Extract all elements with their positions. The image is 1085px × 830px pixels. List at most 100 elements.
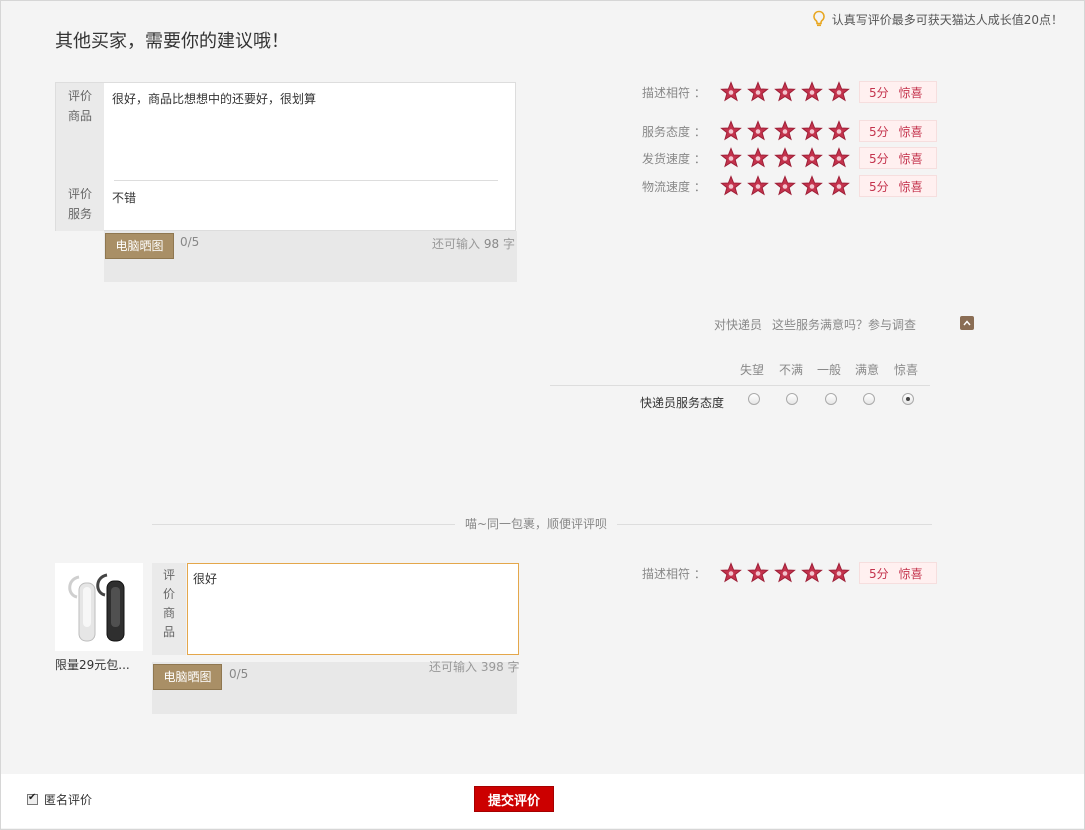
rating-label-text: 物流速度	[642, 179, 691, 194]
star-icon[interactable]	[828, 562, 850, 584]
star-icon[interactable]	[774, 120, 796, 142]
star-icon[interactable]	[747, 120, 769, 142]
remaining-prefix: 还可输入	[432, 237, 481, 251]
item1-upload-photo-button[interactable]: 电脑晒图	[105, 233, 174, 259]
rating-description: 描述相符 ： 5分 惊喜	[642, 80, 937, 104]
star-icon[interactable]	[720, 120, 742, 142]
star-icon[interactable]	[720, 147, 742, 169]
submit-review-button[interactable]: 提交评价	[474, 786, 554, 812]
score-value: 5分	[869, 85, 889, 100]
divider	[114, 180, 498, 181]
courier-survey-question: 对快递员 这些服务满意吗？参与调查	[714, 316, 916, 333]
rating-label: 物流速度 ：	[642, 178, 720, 195]
score-badge: 5分 惊喜	[859, 147, 937, 169]
star-group	[720, 120, 855, 142]
rating-colon: ：	[693, 566, 706, 581]
item2-upload-photo-button[interactable]: 电脑晒图	[153, 664, 222, 690]
survey-option-label: 失望	[740, 363, 765, 377]
rating-row: 物流速度 ： 5分 惊喜	[642, 174, 937, 198]
service-review-label: 评价服务	[56, 181, 104, 231]
score-badge: 5分 惊喜	[859, 120, 937, 142]
score-desc: 惊喜	[898, 151, 923, 166]
radio-disappointed[interactable]	[748, 393, 760, 405]
score-desc: 惊喜	[898, 179, 923, 194]
survey-option-label: 不满	[779, 363, 804, 377]
star-group	[720, 147, 855, 169]
radio-unsatisfied[interactable]	[786, 393, 798, 405]
rating-row: 描述相符 ： 5分 惊喜	[642, 561, 937, 585]
star-icon[interactable]	[747, 562, 769, 584]
rating-label-text: 描述相符	[642, 85, 691, 100]
product-thumbnail[interactable]	[55, 563, 143, 651]
service-review-input[interactable]: 不错	[112, 189, 136, 206]
rating-shipping: 发货速度 ： 5分 惊喜	[642, 146, 937, 170]
goods-review-label-text: 评价商品	[162, 568, 175, 639]
collapse-button[interactable]	[960, 316, 974, 330]
score-badge: 5分 惊喜	[859, 81, 937, 103]
lightbulb-icon	[812, 10, 825, 27]
goods-review-input[interactable]: 很好，商品比想想中的还要好，很划算	[112, 90, 316, 107]
star-icon[interactable]	[720, 81, 742, 103]
star-icon[interactable]	[774, 147, 796, 169]
product-title[interactable]: 限量29元包...	[55, 656, 145, 673]
star-icon[interactable]	[747, 81, 769, 103]
star-icon[interactable]	[801, 175, 823, 197]
radio-surprised[interactable]	[902, 393, 914, 405]
item1-remaining-chars: 还可输入 98 字	[432, 235, 515, 252]
star-icon[interactable]	[774, 175, 796, 197]
score-desc: 惊喜	[898, 566, 923, 581]
star-icon[interactable]	[747, 175, 769, 197]
star-icon[interactable]	[801, 81, 823, 103]
rating-label-text: 发货速度	[642, 151, 691, 166]
star-icon[interactable]	[828, 81, 850, 103]
score-value: 5分	[869, 179, 889, 194]
rating-colon: ：	[693, 151, 706, 166]
score-value: 5分	[869, 124, 889, 139]
anonymous-option: 匿名评价	[27, 791, 92, 808]
survey-option-label: 满意	[855, 363, 880, 377]
item2-rating-description: 描述相符 ： 5分 惊喜	[642, 561, 937, 585]
goods-review-label: 评价商品	[152, 563, 186, 655]
score-badge: 5分 惊喜	[859, 562, 937, 584]
star-group	[720, 175, 855, 197]
star-icon[interactable]	[720, 562, 742, 584]
rating-colon: ：	[693, 85, 706, 100]
star-icon[interactable]	[774, 562, 796, 584]
rating-service: 服务态度 ： 5分 惊喜	[642, 119, 937, 143]
star-icon[interactable]	[747, 147, 769, 169]
item1-photo-count: 0/5	[180, 235, 200, 249]
score-badge: 5分 惊喜	[859, 175, 937, 197]
score-value: 5分	[869, 566, 889, 581]
star-icon[interactable]	[828, 120, 850, 142]
star-icon[interactable]	[828, 147, 850, 169]
star-icon[interactable]	[828, 175, 850, 197]
remaining-count: 98	[483, 237, 500, 251]
courier-survey-q-b: 这些服务满意吗？参与调查	[772, 318, 917, 332]
rating-label: 发货速度 ：	[642, 150, 720, 167]
page-title: 其他买家，需要你的建议哦！	[55, 31, 289, 52]
anonymous-checkbox[interactable]	[27, 792, 38, 805]
item1-review-box: 评价商品 很好，商品比想想中的还要好，很划算 评价服务 不错	[55, 82, 516, 231]
bluetooth-headset-image	[55, 563, 143, 651]
star-icon[interactable]	[774, 81, 796, 103]
radio-satisfied[interactable]	[863, 393, 875, 405]
rating-row: 发货速度 ： 5分 惊喜	[642, 146, 937, 170]
star-icon[interactable]	[801, 147, 823, 169]
item2-review-input[interactable]: 很好	[187, 563, 519, 655]
rating-colon: ：	[693, 124, 706, 139]
rating-label-text: 服务态度	[642, 124, 691, 139]
rating-label-text: 描述相符	[642, 566, 691, 581]
star-icon[interactable]	[801, 120, 823, 142]
star-icon[interactable]	[720, 175, 742, 197]
rating-label: 描述相符 ：	[642, 84, 720, 101]
courier-survey-q-a: 对快递员	[714, 318, 763, 332]
goods-review-label: 评价商品	[56, 83, 104, 181]
anonymous-label: 匿名评价	[44, 793, 93, 807]
rating-label: 服务态度 ：	[642, 123, 720, 140]
rating-colon: ：	[693, 179, 706, 194]
remaining-suffix: 字	[502, 237, 515, 251]
score-value: 5分	[869, 151, 889, 166]
score-desc: 惊喜	[898, 85, 923, 100]
radio-average[interactable]	[825, 393, 837, 405]
star-icon[interactable]	[801, 562, 823, 584]
